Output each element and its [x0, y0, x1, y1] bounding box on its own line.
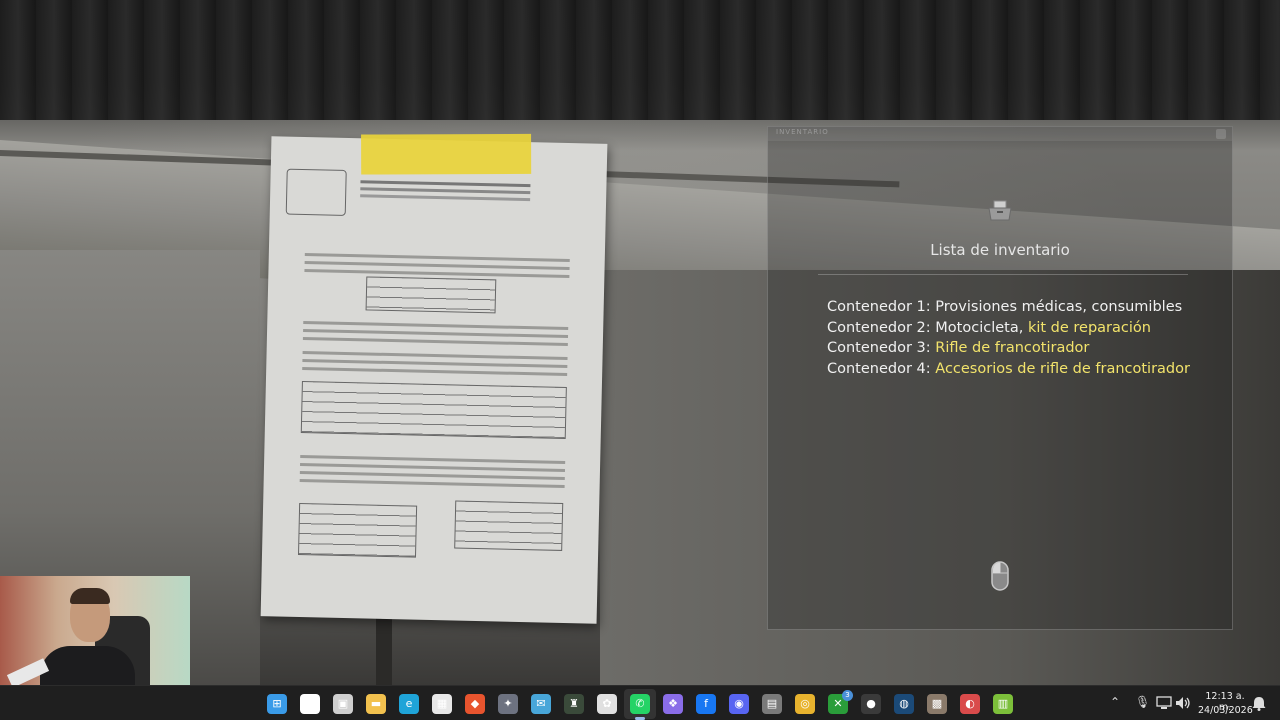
- inventory-topbar-label: INVENTARIO: [776, 128, 829, 136]
- mouse-icon: [991, 561, 1009, 591]
- item-text: Provisiones médicas, consumibles: [935, 299, 1183, 315]
- windows-start-icon[interactable]: ⊞: [267, 694, 287, 714]
- inventory-item: Contenedor 2: Motocicleta, kit de repara…: [827, 318, 1190, 339]
- document-text-line: [300, 462, 566, 472]
- document-text-line: [302, 337, 568, 347]
- inventory-item: Contenedor 3: Rifle de francotirador: [827, 338, 1190, 359]
- overlay-app-icon[interactable]: ◐: [960, 694, 980, 714]
- game-app-icon[interactable]: ✦: [498, 694, 518, 714]
- document-text-line: [302, 359, 568, 369]
- chrome-icon[interactable]: ◎: [795, 694, 815, 714]
- file-explorer-icon[interactable]: ▬: [366, 694, 386, 714]
- document-heading-lines: [360, 180, 531, 188]
- volume-icon[interactable]: [1175, 696, 1191, 710]
- document-text-line: [303, 321, 569, 331]
- item-label: Contenedor 2:: [827, 319, 936, 336]
- task-view-icon[interactable]: ▣: [333, 694, 353, 714]
- calculator-icon[interactable]: ▤: [762, 694, 782, 714]
- document-text-line: [300, 454, 566, 464]
- item-highlight: Rifle de francotirador: [935, 340, 1090, 356]
- notification-badge: 3: [842, 690, 853, 701]
- close-icon[interactable]: [1216, 129, 1226, 139]
- inventory-topbar: INVENTARIO: [768, 127, 1232, 141]
- item-label: Contenedor 1:: [827, 299, 936, 315]
- taskbar: ⊞ ⌕ ▣ ▬ e ▦ ◆ ✦ ✉ ♜ ✿ ✆ ❖ f ◉ ▤ ◎ ✕ 3 ● ◍ ▩ ◐ ▥ ⌃ 🎙 12:13 a. m.…: [0, 685, 1280, 720]
- yellow-tape: [361, 133, 532, 175]
- item-label: Contenedor 3:: [827, 340, 936, 356]
- document-text-line: [299, 470, 565, 480]
- facebook-icon[interactable]: f: [696, 694, 716, 714]
- document-logo: [285, 168, 347, 216]
- document-table: [297, 502, 418, 558]
- mail-app-icon[interactable]: ✉: [531, 694, 551, 714]
- chevron-up-icon[interactable]: ⌃: [1110, 695, 1120, 720]
- webcam-overlay: [0, 576, 190, 685]
- whatsapp-icon[interactable]: ✆: [630, 694, 650, 714]
- android-app-icon[interactable]: ▥: [993, 694, 1013, 714]
- chatgpt-icon[interactable]: ✿: [597, 694, 617, 714]
- document-text-line: [304, 261, 570, 271]
- notification-bell-icon[interactable]: [1252, 696, 1266, 711]
- document-text-line: [302, 351, 568, 361]
- document-table: [300, 381, 567, 440]
- pinned-document: [260, 133, 608, 624]
- inventory-item: Contenedor 4: Accesorios de rifle de fra…: [827, 359, 1190, 380]
- store-icon[interactable]: ▦: [432, 694, 452, 714]
- item-text: Motocicleta,: [935, 319, 1028, 336]
- ceiling: [0, 0, 1280, 120]
- game-app-2-icon[interactable]: ♜: [564, 694, 584, 714]
- network-icon[interactable]: [1156, 696, 1172, 710]
- inventory-panel: INVENTARIO Lista de inventario Contenedo…: [767, 126, 1233, 630]
- edge-icon[interactable]: e: [399, 694, 419, 714]
- document-table: [365, 276, 497, 314]
- webcam-person-body: [40, 646, 135, 685]
- document-text-line: [299, 478, 565, 488]
- webcam-person-hair: [70, 588, 110, 604]
- microphone-icon[interactable]: 🎙: [1135, 695, 1150, 720]
- clock-date[interactable]: 24/03/2026: [1198, 705, 1253, 716]
- item-label: Contenedor 4:: [827, 360, 936, 377]
- document-text-line: [302, 367, 568, 377]
- search-icon[interactable]: ⌕: [300, 694, 320, 714]
- item-highlight: kit de reparación: [1027, 319, 1151, 336]
- tray-app-icon[interactable]: ●: [861, 694, 881, 714]
- copilot-icon[interactable]: ❖: [663, 694, 683, 714]
- inventory-divider: [818, 274, 1188, 275]
- steam-icon[interactable]: ◍: [894, 694, 914, 714]
- document-text-line: [304, 269, 570, 279]
- document-text-line: [304, 253, 570, 263]
- inventory-list: Contenedor 1: Provisiones médicas, consu…: [827, 297, 1190, 379]
- item-highlight: Accesorios de rifle de francotirador: [935, 360, 1190, 377]
- inventory-item: Contenedor 1: Provisiones médicas, consu…: [827, 297, 1190, 318]
- document-text-line: [303, 329, 569, 339]
- discord-icon[interactable]: ◉: [729, 694, 749, 714]
- brave-icon[interactable]: ◆: [465, 694, 485, 714]
- document-table: [454, 500, 564, 551]
- inventory-title: Lista de inventario: [930, 241, 1070, 259]
- xbox-icon[interactable]: ✕ 3: [828, 690, 853, 714]
- game-app-3-icon[interactable]: ▩: [927, 694, 947, 714]
- folder-icon: [988, 200, 1012, 221]
